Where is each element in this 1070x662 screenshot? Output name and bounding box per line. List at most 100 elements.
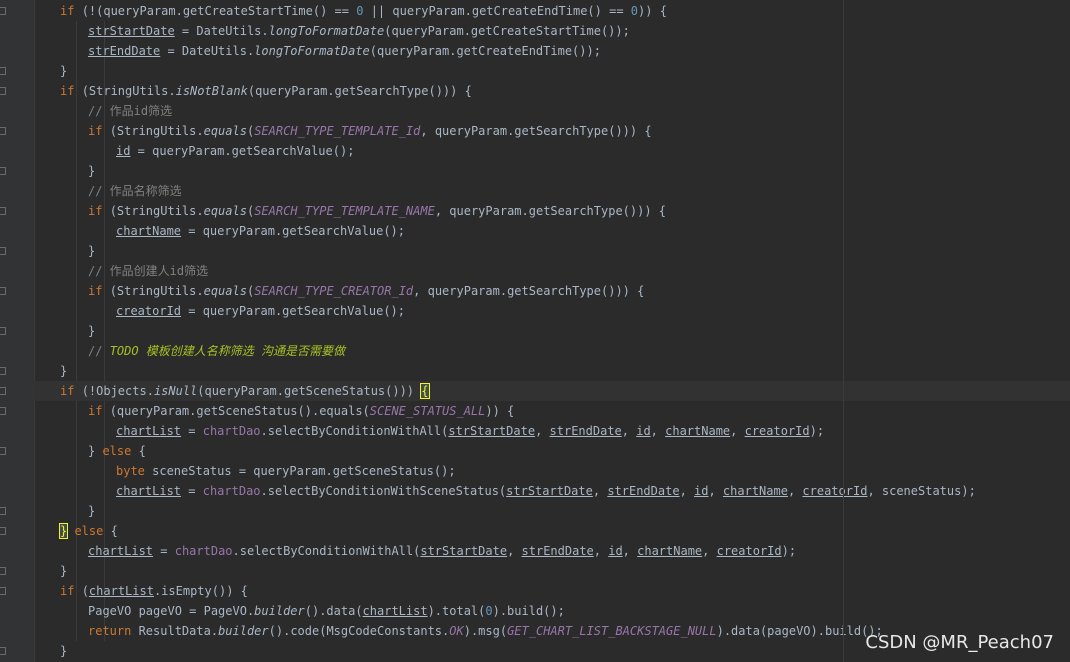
code-editor[interactable]: if (!(queryParam.getCreateStartTime() ==… [34,0,1070,662]
code-token: ResultData. [138,624,219,638]
code-token: )) { [485,404,515,418]
fold-marker-icon[interactable] [0,527,6,535]
code-line[interactable]: } [88,321,95,341]
code-token: ().code(MsgCodeConstants. [268,624,450,638]
fold-marker-icon[interactable] [0,447,6,455]
code-token: if [60,84,82,98]
code-line[interactable]: // 作品创建人id筛选 [88,261,208,281]
code-token: strStartDate [506,484,593,498]
code-line[interactable]: } [88,161,95,181]
code-token: , [621,424,637,438]
fold-marker-icon[interactable] [0,167,6,175]
code-line[interactable]: chartList = chartDao.selectByConditionWi… [88,541,796,561]
code-line[interactable]: } [60,361,67,381]
code-token: id [116,144,131,158]
code-token: chartName [116,224,182,238]
code-token: { [110,524,118,538]
code-token: // 作品名称筛选 [88,184,182,198]
code-line[interactable]: chartList = chartDao.selectByConditionWi… [116,421,824,441]
code-token: = DateUtils. [160,44,255,58]
code-token: = [181,484,203,498]
code-token: // 作品创建人id筛选 [88,264,209,278]
code-line[interactable]: } [60,641,67,661]
code-token: chartName [665,424,731,438]
code-line[interactable]: if (StringUtils.equals(SEARCH_TYPE_TEMPL… [88,121,652,141]
code-token: strStartDate [448,424,536,438]
code-token: equals [203,204,247,218]
code-token: 0 [485,604,493,618]
code-line[interactable]: // 作品名称筛选 [88,181,182,201]
code-line[interactable]: byte sceneStatus = queryParam.getSceneSt… [116,461,456,481]
fold-marker-icon[interactable] [0,587,6,595]
code-token: , [507,544,522,558]
code-line[interactable]: PageVO pageVO = PageVO.builder().data(ch… [88,601,565,621]
code-line[interactable]: if (!Objects.isNull(queryParam.getSceneS… [60,381,430,401]
code-line[interactable]: } [60,561,67,581]
code-line[interactable]: if (!(queryParam.getCreateStartTime() ==… [60,1,667,21]
code-token: chartList [88,584,154,598]
code-line[interactable]: } [88,241,95,261]
code-token: ); [781,544,797,558]
code-line[interactable]: if (StringUtils.equals(SEARCH_TYPE_CREAT… [88,281,644,301]
fold-marker-icon[interactable] [0,507,6,515]
code-token: else [102,444,139,458]
code-line[interactable]: strEndDate = DateUtils.longToFormatDate(… [88,41,601,61]
code-line[interactable]: if (chartList.isEmpty()) { [60,581,248,601]
fold-marker-icon[interactable] [0,327,6,335]
code-token: , queryParam.getSearchType())) { [434,204,667,218]
code-token: (queryParam.getSceneStatus().equals( [109,404,370,418]
code-token: = queryParam.getSearchValue(); [181,224,405,238]
code-token: (queryParam.getSceneStatus())) [197,384,422,398]
fold-marker-icon[interactable] [0,67,6,75]
fold-marker-icon[interactable] [0,247,6,255]
fold-marker-icon[interactable] [0,567,6,575]
code-token: , [592,484,608,498]
code-token: if [60,4,82,18]
code-token: if [60,584,82,598]
code-token: chartDao [202,424,261,438]
code-token: if [88,404,110,418]
code-line[interactable]: chartName = queryParam.getSearchValue(); [116,221,405,241]
code-token: } [88,504,96,518]
code-line[interactable]: if (StringUtils.isNotBlank(queryParam.ge… [60,81,472,101]
code-line[interactable]: return ResultData.builder().code(MsgCode… [88,621,883,641]
fold-marker-icon[interactable] [0,87,6,95]
fold-marker-icon[interactable] [0,207,6,215]
code-line[interactable]: chartList = chartDao.selectByConditionWi… [116,481,976,501]
fold-marker-icon[interactable] [0,407,6,415]
fold-marker-icon[interactable] [0,127,6,135]
code-token: , [679,484,695,498]
code-token: } [60,364,68,378]
code-line[interactable]: } [60,61,67,81]
code-token: ).build(); [492,604,565,618]
code-token: chartList [362,604,428,618]
code-token: .selectByConditionWithAll( [232,544,421,558]
code-line[interactable]: // TODO 模板创建人名称筛选 沟通是否需要做 [88,341,345,361]
code-token: else [67,524,111,538]
fold-marker-icon[interactable] [0,647,6,655]
code-token: isNotBlank [175,84,248,98]
code-token: SEARCH_TYPE_TEMPLATE_NAME [254,204,435,218]
watermark: CSDN @MR_Peach07 [865,632,1054,653]
code-line[interactable]: strStartDate = DateUtils.longToFormatDat… [88,21,630,41]
code-line[interactable]: id = queryParam.getSearchValue(); [116,141,354,161]
code-line[interactable]: // 作品id筛选 [88,101,172,121]
fold-marker-icon[interactable] [0,387,6,395]
code-token: 0 [630,4,639,18]
code-token: strEndDate [521,544,594,558]
code-token: longToFormatDate [254,44,370,58]
code-line[interactable]: } [88,501,95,521]
code-line[interactable]: if (StringUtils.equals(SEARCH_TYPE_TEMPL… [88,201,666,221]
code-line[interactable]: } else { [88,441,146,461]
code-line[interactable]: if (queryParam.getSceneStatus().equals(S… [88,401,514,421]
code-token: (!(queryParam.getCreateStartTime() == [81,4,357,18]
code-line[interactable]: creatorId = queryParam.getSearchValue(); [116,301,405,321]
fold-marker-icon[interactable] [0,287,6,295]
fold-marker-icon[interactable] [0,367,6,375]
code-token: = queryParam.getSearchValue(); [181,304,405,318]
code-token: chartDao [202,484,261,498]
fold-marker-icon[interactable] [0,7,6,15]
code-token: .selectByConditionWithSceneStatus( [260,484,507,498]
code-line[interactable]: } else { [58,521,118,541]
code-token: , [622,544,638,558]
